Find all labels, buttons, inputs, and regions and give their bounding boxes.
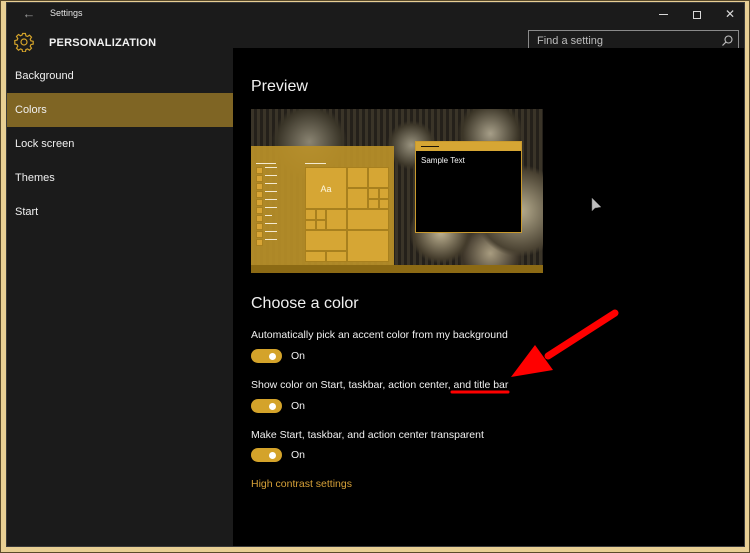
minimize-icon — [658, 14, 668, 16]
preview-app-label — [265, 231, 277, 232]
preview-app-icon — [256, 167, 263, 174]
toggle-knob — [269, 353, 276, 360]
preview-tile — [368, 188, 379, 199]
minimize-button[interactable] — [647, 3, 679, 25]
preview-app-icon — [256, 223, 263, 230]
toggle-knob — [269, 403, 276, 410]
gear-icon — [14, 32, 34, 53]
preview-taskbar — [251, 265, 543, 273]
sidebar: Background Colors Lock screen Themes Sta… — [7, 59, 233, 546]
transparent-state: On — [291, 449, 306, 461]
preview-tile — [347, 230, 389, 262]
sidebar-item-label: Start — [15, 206, 39, 218]
preview-app-label — [265, 191, 277, 192]
preview-app-icon — [256, 215, 263, 222]
preview-app-icon — [256, 191, 263, 198]
maximize-button[interactable] — [681, 3, 713, 25]
preview-app-icon — [256, 183, 263, 190]
preview-tiles-header — [305, 163, 326, 164]
preview-window: Sample Text — [415, 141, 522, 233]
search-icon[interactable] — [720, 34, 734, 48]
page-title: PERSONALIZATION — [49, 37, 157, 49]
preview-tiles: Aa — [305, 167, 389, 262]
show-color-toggle[interactable] — [251, 399, 282, 413]
preview-tile — [347, 167, 368, 188]
sidebar-item-background[interactable]: Background — [7, 59, 233, 93]
content-pane: Preview Aa Sample Text Choose a color Au… — [233, 48, 744, 546]
transparent-toggle[interactable] — [251, 448, 282, 462]
preview-app-icon — [256, 207, 263, 214]
preview-app-label — [265, 199, 277, 200]
preview-tile — [379, 188, 389, 199]
preview-tile — [305, 230, 347, 251]
toggle-knob — [269, 452, 276, 459]
preview-tile — [326, 209, 347, 230]
preview-tile — [305, 220, 316, 230]
auto-accent-toggle[interactable] — [251, 349, 282, 363]
preview-list-header — [256, 163, 276, 164]
preview-app-icon — [256, 231, 263, 238]
preview-app-label — [265, 167, 277, 168]
preview-tile — [326, 251, 347, 262]
sidebar-item-label: Background — [15, 70, 74, 82]
back-arrow-icon: ← — [22, 6, 36, 21]
window-title: Settings — [50, 8, 83, 18]
preview-tile — [305, 251, 326, 262]
sidebar-item-lock-screen[interactable]: Lock screen — [7, 127, 233, 161]
high-contrast-link[interactable]: High contrast settings — [251, 478, 352, 490]
preview-tile — [316, 220, 326, 230]
preview-tile — [368, 199, 379, 209]
sidebar-item-start[interactable]: Start — [7, 195, 233, 229]
close-icon: ✕ — [724, 7, 736, 21]
preview-tile — [316, 209, 326, 220]
sidebar-item-themes[interactable]: Themes — [7, 161, 233, 195]
preview-tile — [347, 209, 389, 230]
preview-app-label — [265, 207, 277, 208]
preview-tile — [379, 199, 389, 209]
preview-app-label — [265, 183, 277, 184]
sidebar-item-label: Themes — [15, 172, 55, 184]
preview-heading: Preview — [251, 78, 308, 95]
close-button[interactable]: ✕ — [714, 3, 744, 25]
sidebar-item-label: Lock screen — [15, 138, 75, 150]
preview-start-menu: Aa — [251, 146, 394, 265]
preview-app-label — [265, 239, 277, 240]
settings-window: ← Settings ✕ PERSONALIZATION Background — [6, 2, 745, 547]
preview-app-label — [265, 223, 277, 224]
show-color-state: On — [291, 400, 306, 412]
back-button[interactable]: ← — [17, 5, 41, 23]
show-color-label: Show color on Start, taskbar, action cen… — [251, 379, 509, 391]
auto-accent-label: Automatically pick an accent color from … — [251, 329, 508, 341]
preview-tile — [347, 188, 368, 209]
preview-app-icon — [256, 175, 263, 182]
preview-sample-text: Sample Text — [421, 156, 465, 165]
preview-app-label — [265, 215, 272, 216]
preview-app-icon — [256, 199, 263, 206]
color-preview: Aa Sample Text — [251, 109, 543, 273]
preview-tile — [368, 167, 389, 188]
choose-color-heading: Choose a color — [251, 295, 359, 312]
preview-app-label — [265, 175, 277, 176]
preview-window-titlebar — [416, 142, 521, 151]
title-bar: ← Settings ✕ — [7, 3, 744, 25]
window-frame: ← Settings ✕ PERSONALIZATION Background — [0, 0, 750, 553]
preview-tile-large: Aa — [305, 167, 347, 209]
preview-tile — [305, 209, 316, 220]
sidebar-item-colors[interactable]: Colors — [7, 93, 233, 127]
sidebar-item-label: Colors — [15, 104, 47, 116]
preview-app-icon — [256, 239, 263, 246]
maximize-icon — [693, 10, 701, 19]
auto-accent-state: On — [291, 350, 306, 362]
transparent-label: Make Start, taskbar, and action center t… — [251, 429, 484, 441]
